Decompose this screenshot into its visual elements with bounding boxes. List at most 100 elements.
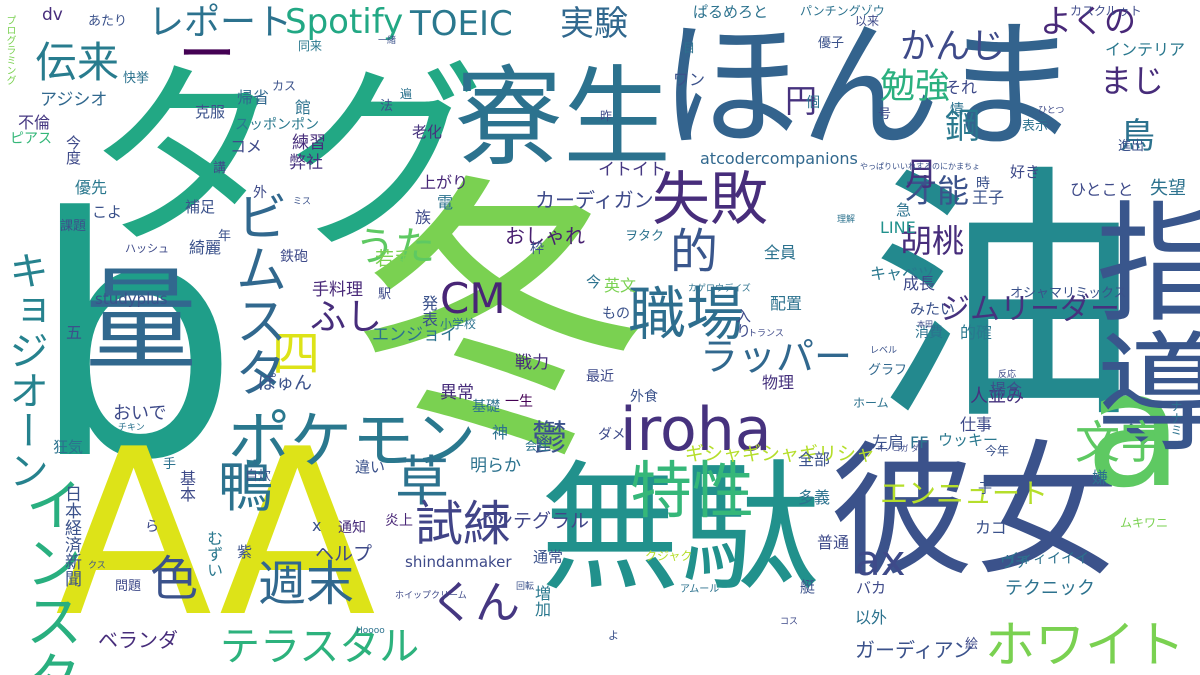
word-hosoku: 補足 [185,198,216,216]
word-denrai: 伝来 [35,38,120,87]
word-shippai: 失敗 [652,165,769,233]
word-shinshutsu: 進出 [1118,139,1145,154]
word-interior: インテリア [1105,40,1186,59]
word-muki: ムキワニ [1120,516,1169,530]
word-cloud: b 冬 AA 油タグ ほんまー無駄 彼女 寮生量 a 指導 iroha ポケモン 特性 職場 失敗草鴨ホワ… [0,0,1200,675]
word-cardigan: カーディガン [535,188,654,212]
word-mokuteki: 目 [683,41,696,55]
word-tsuchi: 通知 [338,520,366,536]
word-tagi: 多義 [798,488,831,507]
word-ryo: 量 [85,256,197,386]
word-iro: 色 [150,551,199,607]
word-wotaku: ヲタク [625,229,665,244]
word-programming: プログラミング [4,15,15,85]
word-atcoder: atcodercompanions [700,149,858,168]
word-seicho: 成長 [903,274,936,293]
word-waku: 枠 [530,241,544,257]
word-kujaku: クジャク [645,549,693,563]
word-gardian: ガーディアン [855,638,973,662]
word-kuso: クス [88,561,106,571]
word-izen: 以外 [855,608,888,627]
word-koyo: こよ [92,203,123,221]
word-nen: 年 [218,229,232,244]
word-rikai: 理解 [837,215,856,225]
word-spotify: Spotify [285,2,404,42]
word-kageyoko: カゲロウデイズ [688,284,751,294]
word-uchi: ウチ [1000,553,1031,571]
word-chigai: 違い [355,458,386,476]
word-mondai: 問題 [115,579,142,594]
word-mise: ミス [293,197,312,207]
word-ichiyoku: 一緒 [378,36,397,46]
word-yappari: やっぱりいいねするのにかまちょ [860,162,980,171]
word-trans: トランス [748,329,784,339]
word-kome: コメ [230,137,263,156]
word-ryosei: 寮生 [455,56,672,181]
word-kyoki: 狂気 [53,438,84,456]
word-dame: ダメ [598,427,626,443]
word-hyoji: 表示 [1022,119,1049,134]
word-technic: テクニック [1005,578,1095,599]
word-oshare: おしゃれ [505,224,585,248]
word-kinokoshi: キノコガ ダ [877,444,919,453]
word-kore: それ [945,78,978,97]
word-kameko: ひとつ [1038,106,1065,116]
word-kago: カゴ [975,518,1008,537]
word-amuru: アムール [680,584,720,595]
word-zenbu: 全部 [798,450,831,469]
word-kotoshi: 今年 [985,444,1010,458]
word-help: ヘルプ [315,543,373,565]
word-teryori: 手料理 [312,280,363,300]
word-go5: 五 [66,323,83,342]
word-wan: ワン [673,70,706,89]
word-rouka: 老化 [412,123,443,141]
word-benkyo: 勉強 [880,67,951,107]
word-kaskrut: カスクルゥト [1070,4,1142,18]
word-jikken: 実験 [560,4,628,44]
word-tekikaku: 的確 [960,323,993,342]
word-kisoku: 基礎 [472,399,500,415]
word-haichi: 配置 [770,294,803,313]
word-shogakko: 小学校 [440,317,477,331]
word-akiraka: 明らか [470,456,521,476]
word-ulongnon: スッポンポン [235,117,319,133]
word-tei: 艇 [800,578,816,596]
word-level: レベル [870,346,898,356]
word-kinou: 昨 [600,109,613,123]
word-terastal: テラスタル [220,624,420,670]
word-muzui: むずい [204,530,223,578]
word-kondo: 今度 [64,135,82,165]
word-maji: まじ [1100,62,1165,100]
word-ajishio: アジシオ [40,90,108,110]
word-hoooo: Hoooo [356,626,385,636]
word-oide: おいで [113,403,167,424]
word-kadai: 課題 [60,219,87,234]
word-mitai: みたい [910,300,956,318]
word-line: LINE [880,218,916,237]
word-hitokoto: ひとこと [1070,180,1134,199]
word-kanji: かんじ [900,27,1006,67]
word-ennyute: エンニュート [880,477,1049,510]
word-gai: 外 [253,185,267,201]
word-kihon: 基本 [177,470,196,502]
word-murasaki: 紫 [237,543,253,561]
word-te: 手 [163,457,177,472]
word-studyplus: studyplus [95,290,168,308]
word-furin: 不倫 [18,113,51,132]
word-bimusuta: ビムスタ [226,190,286,398]
word-yusen: 優先 [75,178,108,197]
word-shindan: shindanmaker [405,553,512,571]
word-saikin: 最近 [586,369,614,385]
word-rapper: ラッパー [700,335,853,379]
word-kaisha: 会社 [525,439,550,453]
word-ko: 講 [213,161,227,176]
word-tokusei: 特性 [630,454,755,527]
word-white: ホワイト [985,616,1185,674]
word-baka: バカ [856,579,887,597]
word-ax: ax [855,536,906,585]
word-jisui: 自炊 [245,469,272,484]
word-butsuri: 物理 [762,373,795,392]
word-rensyu: 練習 [292,133,326,153]
word-kaikyo: 快挙 [123,71,150,86]
word-kyojio: キョジオーン [2,250,48,490]
